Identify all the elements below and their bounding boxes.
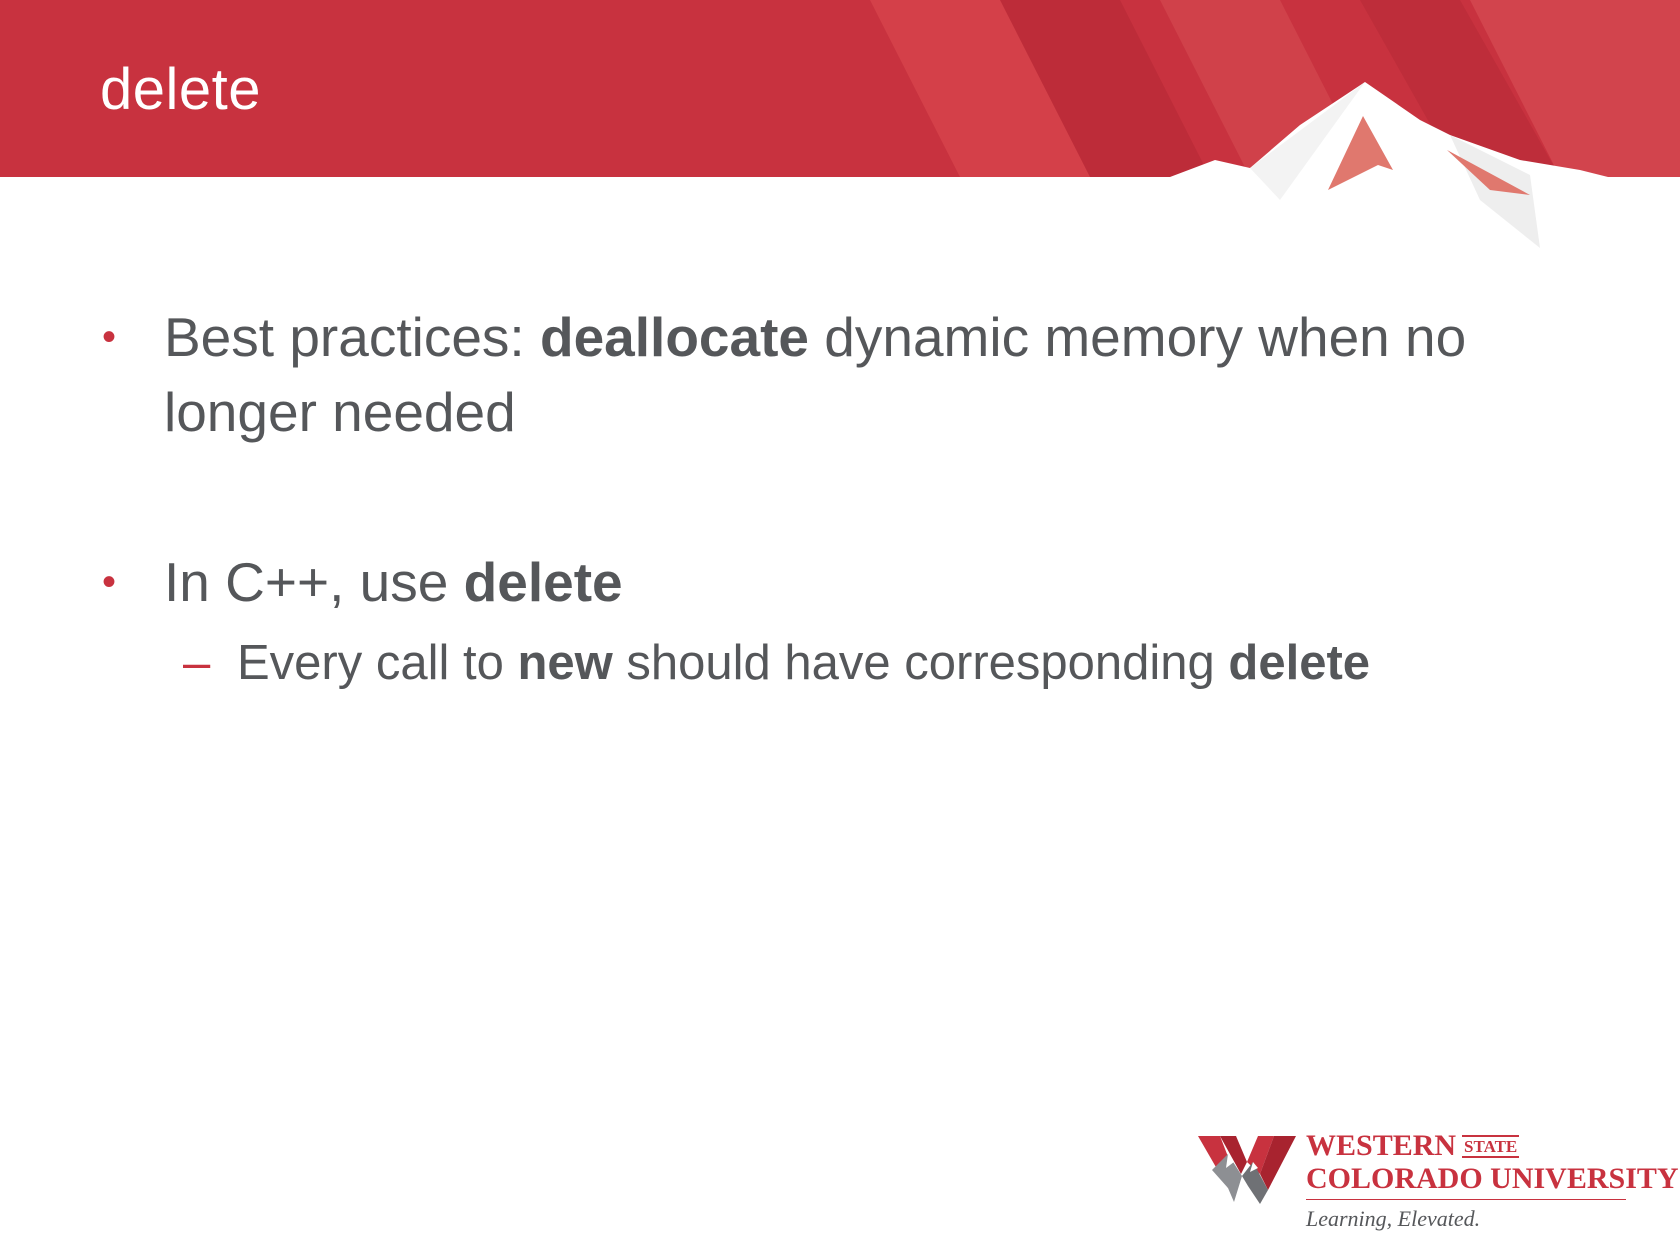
logo-western-text: WESTERN <box>1306 1129 1457 1162</box>
slide-body: • Best practices: deallocate dynamic mem… <box>100 300 1600 698</box>
mountain-banner-graphic <box>0 0 1680 250</box>
sub-bullet-text-bold: delete <box>1228 636 1371 690</box>
dash-icon: – <box>183 636 211 690</box>
bullet-text-part: In C++, use <box>164 551 464 613</box>
bullet-text: Best practices: deallocate dynamic memor… <box>164 306 1466 443</box>
bullet-item: • In C++, use delete <box>100 545 1600 620</box>
bullet-text-bold: deallocate <box>539 306 809 368</box>
logo-tagline: Learning, Elevated. <box>1306 1206 1481 1231</box>
sub-bullet-text-bold: new <box>517 636 613 690</box>
slide-header-banner: delete <box>0 0 1680 250</box>
logo-state-text: STATE <box>1462 1135 1520 1158</box>
sub-bullet-text: Every call to new should have correspond… <box>237 636 1370 690</box>
sub-bullet-text-part: should have corresponding <box>612 636 1229 690</box>
bullet-text: In C++, use delete <box>164 551 623 613</box>
logo-wordmark: WESTERN STATE COLORADO UNIVERSITY Learnin… <box>1306 1130 1679 1232</box>
bullet-text-bold: delete <box>463 551 623 613</box>
bullet-dot-icon: • <box>102 560 117 604</box>
logo-line-colorado: COLORADO UNIVERSITY <box>1306 1163 1679 1200</box>
bullet-dot-icon: • <box>102 315 117 359</box>
w-mountain-logo-icon <box>1198 1136 1296 1204</box>
bullet-item: • Best practices: deallocate dynamic mem… <box>100 300 1600 450</box>
university-logo: WESTERN STATE COLORADO UNIVERSITY Learnin… <box>1198 1130 1679 1232</box>
logo-line-western: WESTERN STATE <box>1306 1130 1626 1163</box>
sub-bullet-text-part: Every call to <box>237 636 518 690</box>
bullet-text-part: Best practices: <box>164 306 540 368</box>
sub-bullet-item: – Every call to new should have correspo… <box>100 628 1600 698</box>
slide-title: delete <box>100 57 262 122</box>
